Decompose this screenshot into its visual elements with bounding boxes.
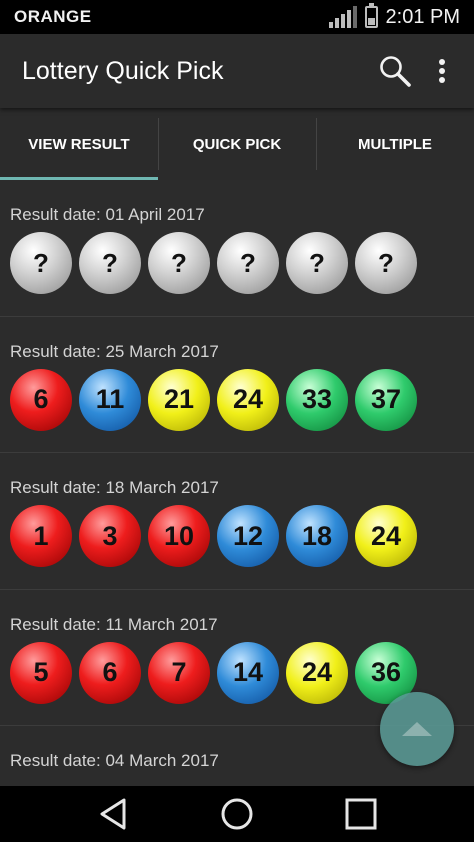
tab-quick-pick[interactable]: QUICK PICK (158, 108, 316, 180)
ball-row: 5 6 7 14 24 36 (10, 641, 464, 704)
lottery-ball: ? (217, 232, 279, 294)
lottery-ball: 10 (148, 505, 210, 567)
app-title: Lottery Quick Pick (22, 56, 224, 85)
home-icon[interactable] (216, 786, 258, 842)
lottery-ball: ? (355, 232, 417, 294)
lottery-ball: 11 (79, 368, 141, 431)
signal-icon (328, 6, 357, 28)
result-date: Result date: 25 March 2017 (10, 341, 219, 361)
lottery-ball: 3 (79, 505, 141, 567)
ball-row: 1 3 10 12 18 24 (10, 505, 464, 567)
caret-up-icon (402, 722, 432, 736)
lottery-ball: 14 (217, 641, 279, 704)
more-vert-icon[interactable] (430, 54, 454, 88)
back-icon[interactable] (92, 786, 134, 842)
result-date: Result date: 01 April 2017 (10, 205, 205, 224)
scroll-top-button[interactable] (380, 692, 454, 766)
lottery-ball: 18 (286, 505, 348, 567)
battery-icon (364, 3, 378, 28)
carrier-name: ORANGE (14, 7, 92, 26)
result-card[interactable]: Result date: 18 March 2017 1 3 10 12 18 24 (0, 453, 474, 590)
lottery-ball: 24 (355, 505, 417, 567)
result-card[interactable]: Result date: 01 April 2017?????? (0, 180, 474, 317)
app-bar: Lottery Quick Pick (0, 34, 474, 108)
recents-icon[interactable] (340, 786, 382, 842)
tab-bar: VIEW RESULT QUICK PICK MULTIPLE (0, 108, 474, 180)
clock: 2:01 PM (385, 5, 460, 28)
lottery-ball: 1 (10, 505, 72, 567)
result-card[interactable]: Result date: 25 March 2017 6 11 21 24 33 37 (0, 317, 474, 453)
lottery-ball: 5 (10, 641, 72, 704)
result-date: Result date: 11 March 2017 (10, 614, 218, 634)
tab-view-result[interactable]: VIEW RESULT (0, 108, 158, 180)
lottery-ball: 24 (286, 641, 348, 704)
lottery-ball: 37 (355, 368, 417, 431)
lottery-ball: ? (79, 232, 141, 294)
lottery-ball: 6 (79, 641, 141, 704)
lottery-ball: 24 (217, 368, 279, 431)
lottery-ball: 7 (148, 641, 210, 704)
search-icon[interactable] (378, 54, 412, 88)
status-bar: ORANGE 2:01 PM (0, 0, 474, 34)
ball-row: 6 11 21 24 33 37 (10, 368, 464, 431)
tab-multiple[interactable]: MULTIPLE (316, 108, 474, 180)
lottery-ball: ? (10, 232, 72, 294)
lottery-ball: ? (286, 232, 348, 294)
lottery-ball: 6 (10, 368, 72, 431)
lottery-ball: 21 (148, 368, 210, 431)
status-icons: 2:01 PM (328, 3, 460, 29)
lottery-ball: ? (148, 232, 210, 294)
ball-row: ?????? (10, 232, 464, 294)
navigation-bar (0, 786, 474, 842)
lottery-ball: 33 (286, 368, 348, 431)
result-date: Result date: 18 March 2017 (10, 478, 219, 497)
lottery-ball: 12 (217, 505, 279, 567)
